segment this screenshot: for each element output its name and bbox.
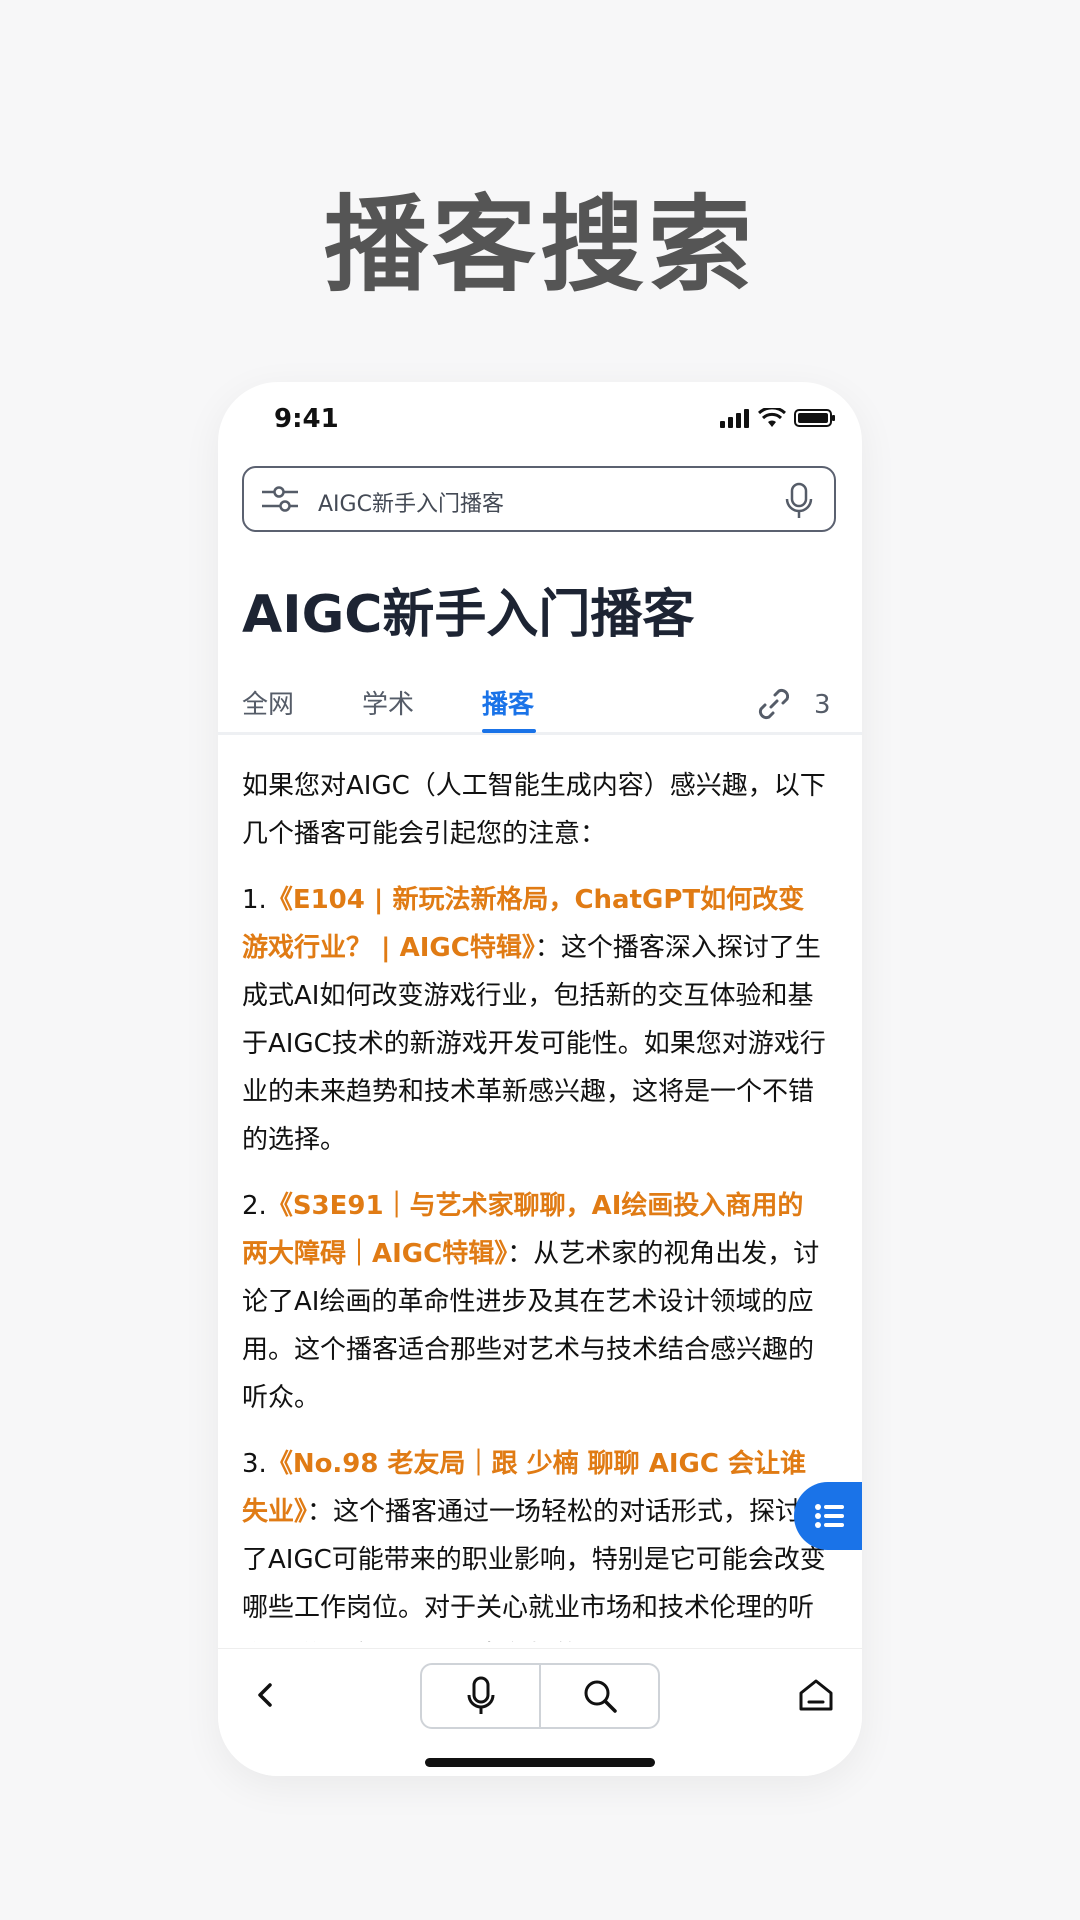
- page-title: AIGC新手入门播客: [242, 585, 695, 645]
- list-item: 2.《S3E91｜与艺术家聊聊，AI绘画投入商用的两大障碍｜AIGC特辑》：从艺…: [242, 1182, 826, 1422]
- bottom-toolbar: [218, 1648, 862, 1776]
- status-icons: [720, 408, 836, 428]
- answer-intro: 如果您对AIGC（人工智能生成内容）感兴趣，以下几个播客可能会引起您的注意：: [242, 771, 826, 849]
- list-icon: [815, 1504, 844, 1528]
- search-input[interactable]: AIGC新手入门播客: [318, 486, 504, 518]
- answer-content: 如果您对AIGC（人工智能生成内容）感兴趣，以下几个播客可能会引起您的注意： 1…: [242, 762, 826, 1642]
- outline-button[interactable]: [794, 1482, 862, 1550]
- signal-icon: [720, 409, 749, 428]
- podcast-description: ：这个播客通过一场轻松的对话形式，探讨了AIGC可能带来的职业影响，特别是它可能…: [242, 1497, 826, 1642]
- hero-title: 播客搜索: [323, 184, 756, 306]
- item-number: 2.: [242, 1191, 267, 1221]
- back-icon[interactable]: [246, 1675, 286, 1715]
- filter-icon[interactable]: [260, 484, 300, 514]
- microphone-icon[interactable]: [784, 482, 814, 520]
- link-icon[interactable]: [754, 684, 794, 724]
- item-number: 1.: [242, 885, 267, 915]
- home-icon[interactable]: [796, 1675, 836, 1715]
- status-bar: 9:41: [218, 382, 862, 462]
- item-number: 3.: [242, 1449, 267, 1479]
- list-item: 1.《E104 | 新玩法新格局，ChatGPT如何改变游戏行业？ | AIGC…: [242, 876, 826, 1164]
- battery-icon: [794, 409, 835, 427]
- status-time: 9:41: [274, 404, 339, 434]
- search-icon: [584, 1680, 617, 1713]
- home-indicator[interactable]: [425, 1758, 655, 1767]
- voice-search-group: [420, 1663, 660, 1729]
- wifi-icon: [758, 408, 786, 427]
- active-tab-indicator: [482, 729, 536, 733]
- tab-web[interactable]: 全网: [242, 684, 294, 721]
- tab-academic[interactable]: 学术: [362, 684, 414, 721]
- search-button[interactable]: [541, 1665, 658, 1727]
- podcast-description: ：这个播客深入探讨了生成式AI如何改变游戏行业，包括新的交互体验和基于AIGC技…: [242, 933, 826, 1155]
- list-item: 3.《No.98 老友局｜跟 少楠 聊聊 AIGC 会让谁失业》：这个播客通过一…: [242, 1440, 826, 1642]
- tab-podcast[interactable]: 播客: [482, 684, 534, 721]
- voice-button[interactable]: [422, 1665, 541, 1727]
- phone-frame: 9:41 AIGC新手入门播客 AIGC新手入门播客 全网 学术 播客 3 如果…: [218, 382, 862, 1776]
- tab-bar: 全网 学术 播客 3: [218, 680, 862, 735]
- link-count[interactable]: 3: [814, 690, 831, 720]
- microphone-icon: [467, 1676, 494, 1714]
- search-bar[interactable]: AIGC新手入门播客: [242, 466, 836, 532]
